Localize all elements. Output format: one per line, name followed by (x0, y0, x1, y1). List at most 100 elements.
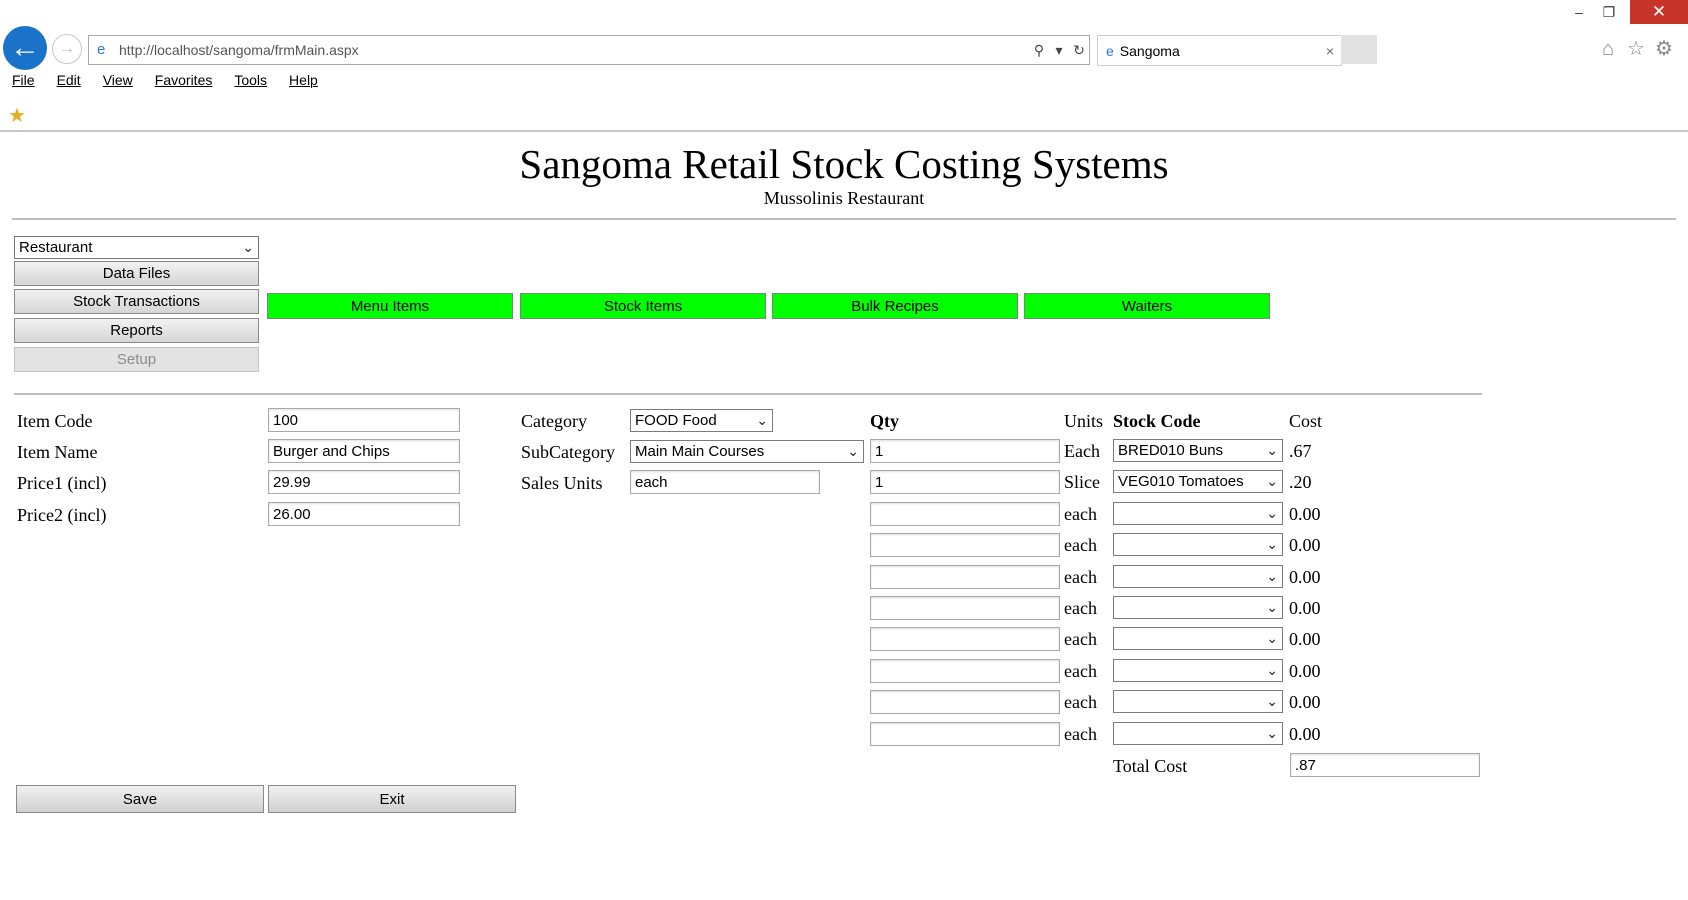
stock-transactions-button[interactable]: Stock Transactions (14, 289, 259, 314)
stock-code-header: Stock Code (1113, 411, 1201, 431)
exit-button[interactable]: Exit (268, 785, 516, 813)
new-tab-button[interactable] (1341, 35, 1377, 64)
qty-input[interactable] (870, 564, 1060, 589)
stock-items-button[interactable]: Stock Items (520, 293, 766, 319)
units-label: each (1064, 692, 1097, 713)
qty-input[interactable] (870, 690, 1060, 715)
nav-divider (14, 393, 1482, 395)
sales-units-input[interactable]: each (630, 470, 820, 494)
menu-help[interactable]: Help (289, 72, 318, 88)
search-icon[interactable]: ⚲ (1029, 42, 1049, 59)
minimize-button[interactable]: – (1566, 0, 1592, 24)
cost-value: 0.00 (1289, 566, 1321, 587)
cost-value: .67 (1289, 441, 1312, 461)
data-files-button[interactable]: Data Files (14, 261, 259, 286)
menu-bar: File Edit View Favorites Tools Help (12, 72, 318, 88)
units-label: each (1064, 598, 1097, 618)
units-label: Each (1064, 441, 1100, 461)
browser-tab[interactable]: e Sangoma × (1097, 35, 1342, 66)
chevron-down-icon: ⌄ (1266, 630, 1278, 647)
chevron-down-icon: ⌄ (1266, 504, 1278, 521)
menu-items-button[interactable]: Menu Items (267, 293, 513, 319)
save-button[interactable]: Save (16, 785, 264, 813)
units-label: each (1064, 566, 1097, 587)
qty-input[interactable]: 1 (870, 470, 1060, 495)
cost-value: 0.00 (1289, 660, 1321, 681)
qty-input[interactable] (870, 596, 1060, 620)
stock-code-select[interactable]: BRED010 Buns ⌄ (1113, 439, 1283, 462)
units-label: each (1064, 629, 1097, 650)
chevron-down-icon: ⌄ (1266, 599, 1278, 615)
url-text[interactable]: http://localhost/sangoma/frmMain.aspx (119, 42, 1029, 58)
forward-arrow-icon[interactable]: → (52, 34, 82, 64)
qty-input[interactable]: 1 (870, 439, 1060, 463)
cost-value: 0.00 (1289, 598, 1321, 618)
close-window-button[interactable]: ✕ (1630, 0, 1688, 24)
menu-tools[interactable]: Tools (234, 72, 267, 88)
units-label: Slice (1064, 472, 1100, 493)
units-label: each (1064, 503, 1097, 524)
category-select-value: FOOD Food (635, 412, 717, 429)
stock-code-select[interactable]: ⌄ (1113, 501, 1283, 525)
stock-code-select[interactable]: ⌄ (1113, 658, 1283, 682)
bulk-recipes-button[interactable]: Bulk Recipes (772, 293, 1018, 319)
cost-value: 0.00 (1289, 503, 1321, 524)
refresh-icon[interactable]: ↻ (1069, 42, 1089, 59)
price1-label: Price1 (incl) (17, 473, 107, 493)
chrome-divider (0, 130, 1688, 132)
page-subtitle: Mussolinis Restaurant (763, 188, 925, 208)
menu-view[interactable]: View (103, 72, 133, 88)
price2-input[interactable]: 26.00 (268, 502, 460, 526)
waiters-button[interactable]: Waiters (1024, 293, 1270, 319)
total-cost-input[interactable]: .87 (1290, 753, 1480, 777)
home-icon[interactable]: ⌂ (1596, 37, 1620, 61)
add-favorites-icon[interactable]: ★ (8, 103, 26, 128)
qty-input[interactable] (870, 533, 1060, 558)
restore-button[interactable]: ❐ (1596, 0, 1622, 24)
stock-code-select[interactable]: ⌄ (1113, 533, 1283, 557)
header-divider (12, 218, 1676, 220)
chevron-down-icon: ⌄ (1266, 693, 1278, 710)
chevron-down-icon: ⌄ (847, 443, 859, 459)
tab-close-icon[interactable]: × (1319, 43, 1341, 59)
stock-code-select[interactable]: ⌄ (1113, 690, 1283, 714)
sales-units-label: Sales Units (521, 473, 603, 493)
address-bar[interactable]: e http://localhost/sangoma/frmMain.aspx … (88, 35, 1090, 65)
stock-code-select[interactable]: VEG010 Tomatoes ⌄ (1113, 470, 1283, 494)
cost-value: 0.00 (1289, 535, 1321, 556)
item-name-label: Item Name (17, 442, 98, 462)
units-label: each (1064, 535, 1097, 556)
stock-code-select[interactable]: ⌄ (1113, 721, 1283, 745)
qty-input[interactable] (870, 501, 1060, 526)
stock-code-value: VEG010 Tomatoes (1118, 473, 1244, 491)
units-label: each (1064, 660, 1097, 681)
item-name-input[interactable]: Burger and Chips (268, 439, 460, 463)
dropdown-arrow-icon[interactable]: ▾ (1049, 42, 1069, 59)
menu-favorites[interactable]: Favorites (155, 72, 213, 88)
qty-input[interactable] (870, 627, 1060, 652)
cost-value: 0.00 (1289, 629, 1321, 650)
subcategory-label: SubCategory (521, 442, 615, 462)
stock-code-select[interactable]: ⌄ (1113, 596, 1283, 619)
menu-file[interactable]: File (12, 72, 35, 88)
settings-gear-icon[interactable]: ⚙ (1652, 37, 1676, 61)
qty-input[interactable] (870, 721, 1060, 746)
price1-input[interactable]: 29.99 (268, 470, 460, 494)
mode-select[interactable]: Restaurant ⌄ (14, 236, 259, 259)
ie-tab-icon: e (1106, 42, 1114, 59)
cost-value: .20 (1289, 472, 1312, 493)
reports-button[interactable]: Reports (14, 318, 259, 343)
tab-title: Sangoma (1119, 42, 1180, 59)
qty-header: Qty (870, 411, 899, 431)
stock-code-select[interactable]: ⌄ (1113, 627, 1283, 651)
back-arrow-icon[interactable]: ← (3, 26, 47, 70)
favorites-star-icon[interactable]: ☆ (1624, 37, 1648, 61)
stock-code-select[interactable]: ⌄ (1113, 564, 1283, 588)
total-cost-label: Total Cost (1113, 756, 1188, 776)
menu-edit[interactable]: Edit (57, 72, 81, 88)
setup-button[interactable]: Setup (14, 347, 259, 372)
subcategory-select[interactable]: Main Main Courses ⌄ (630, 440, 864, 463)
category-select[interactable]: FOOD Food ⌄ (630, 409, 773, 432)
item-code-input[interactable]: 100 (268, 408, 460, 432)
qty-input[interactable] (870, 658, 1060, 683)
